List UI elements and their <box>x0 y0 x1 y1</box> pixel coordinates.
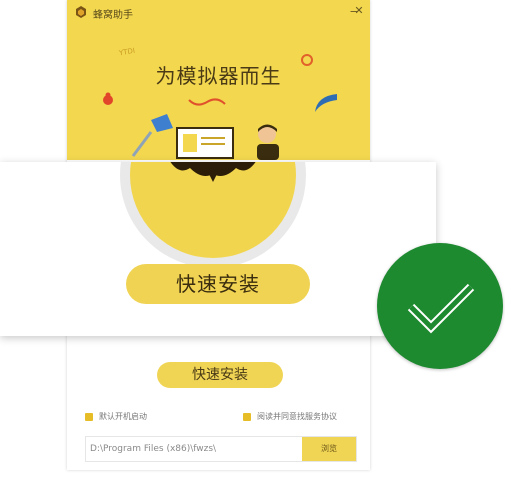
title-bar: 蜂窝助手 − ✕ <box>67 0 370 24</box>
window-title: 蜂窝助手 <box>93 10 133 21</box>
quick-install-button[interactable]: 快速安装 <box>157 362 283 388</box>
bug-icon <box>103 92 113 105</box>
checkmark-icon <box>407 283 475 334</box>
install-path-row: 浏览 <box>85 436 357 462</box>
zoomed-quick-install-button[interactable]: 快速安装 <box>126 264 310 304</box>
scribble-icon <box>188 98 226 106</box>
install-panel: 快速安装 默认开机启动 阅读并同意找服务协议 浏览 <box>67 336 370 470</box>
app-logo-icon <box>76 6 86 18</box>
character-icon <box>257 124 279 160</box>
crescent-icon <box>315 94 337 112</box>
swirl-icon <box>301 54 313 66</box>
install-path-input[interactable] <box>86 437 302 461</box>
banner-headline: 为模拟器而生 <box>155 64 282 88</box>
mascot-fringe-icon <box>170 162 256 182</box>
autostart-checkbox[interactable] <box>85 412 93 421</box>
browse-button[interactable]: 浏览 <box>302 437 356 461</box>
hero-banner: 蜂窝助手 − ✕ 为模拟器而生 YTDI <box>67 0 370 160</box>
monitor-icon <box>176 127 234 159</box>
agreement-option[interactable]: 阅读并同意找服务协议 <box>243 411 337 422</box>
zoomed-callout: 快速安装 <box>0 162 436 336</box>
success-badge <box>377 243 503 369</box>
agreement-checkbox[interactable] <box>243 412 251 421</box>
desk-lamp-icon <box>131 114 173 157</box>
autostart-option[interactable]: 默认开机启动 <box>85 411 147 422</box>
close-button[interactable]: ✕ <box>351 3 367 19</box>
banner-sticker: YTDI <box>118 46 136 58</box>
autostart-label: 默认开机启动 <box>99 412 147 421</box>
agreement-label: 阅读并同意找服务协议 <box>257 412 337 421</box>
